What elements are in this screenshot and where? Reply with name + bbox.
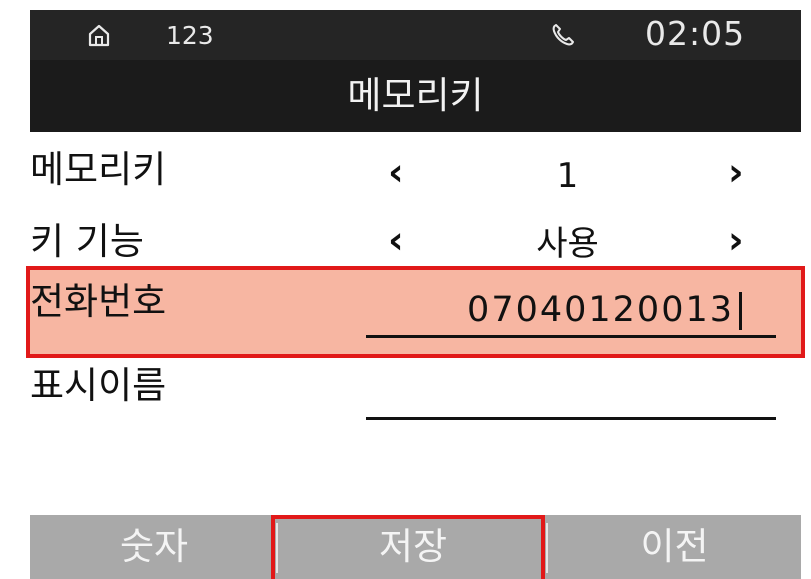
phone-number-field[interactable]: 07040120013 — [366, 278, 776, 338]
display-name-row[interactable]: 표시이름 — [30, 360, 801, 430]
chevron-right-icon[interactable]: › — [728, 220, 744, 260]
display-name-label: 표시이름 — [30, 364, 167, 407]
chevron-left-icon[interactable]: ‹ — [388, 220, 404, 260]
chevron-right-icon[interactable]: › — [728, 152, 744, 192]
title-bar: 메모리키 — [30, 60, 801, 132]
text-cursor — [739, 292, 742, 330]
softkey-bar: 숫자 저장 이전 — [30, 515, 801, 579]
display-name-field[interactable] — [366, 364, 776, 420]
key-function-label: 키 기능 — [30, 220, 144, 263]
memory-key-label: 메모리키 — [30, 148, 167, 191]
memory-key-row[interactable]: 메모리키 ‹ 1 › — [30, 140, 801, 206]
phone-number-value: 07040120013 — [467, 290, 734, 330]
status-bar: 123 02:05 — [30, 10, 801, 60]
clock: 02:05 — [645, 14, 746, 53]
save-highlight — [271, 515, 545, 579]
phone-screen: 123 02:05 메모리키 메모리키 ‹ 1 › 키 기능 ‹ 사용 › 전화… — [26, 0, 805, 579]
extension-number: 123 — [166, 21, 214, 50]
phone-number-label: 전화번호 — [30, 280, 167, 323]
page-title: 메모리키 — [347, 74, 484, 117]
softkey-back[interactable]: 이전 — [548, 515, 801, 579]
chevron-left-icon[interactable]: ‹ — [388, 152, 404, 192]
softkey-numeric[interactable]: 숫자 — [30, 515, 278, 579]
memory-key-value: 1 — [556, 156, 579, 196]
home-icon — [88, 24, 110, 47]
phone-icon — [552, 24, 574, 46]
key-function-value: 사용 — [536, 224, 599, 264]
phone-number-row[interactable]: 전화번호 07040120013 — [26, 266, 805, 358]
